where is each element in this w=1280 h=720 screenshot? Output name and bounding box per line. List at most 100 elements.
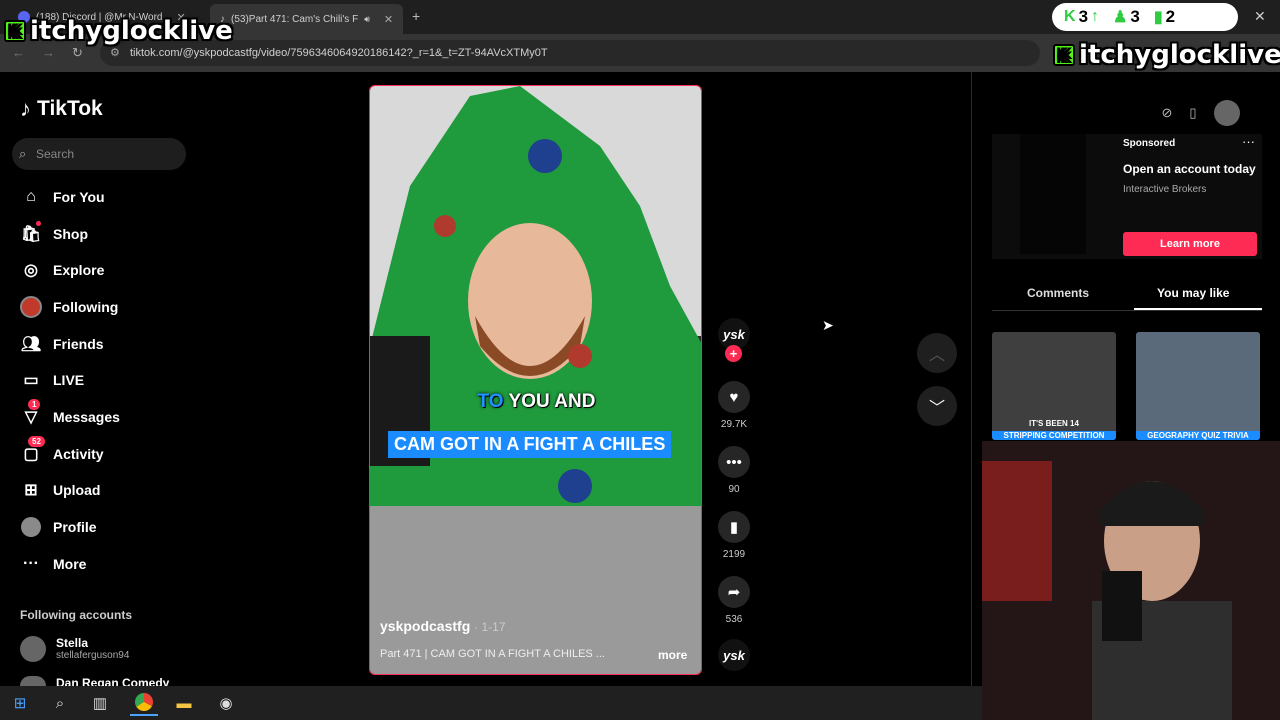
nav-friends[interactable]: 👥︎ Friends (20, 332, 104, 356)
activity-icon: ▢ 52 (20, 436, 45, 465)
follow-plus-button[interactable]: + (725, 345, 742, 362)
forward-icon[interactable]: → (42, 45, 55, 60)
new-tab-button[interactable]: + (412, 8, 420, 24)
profile-avatar-icon[interactable] (1214, 100, 1240, 126)
stat-value: 3 (1078, 7, 1089, 26)
next-video-button[interactable]: ﹀ (917, 386, 957, 426)
thumb-caption: IT'S BEEN 14 (1029, 419, 1079, 428)
nav-following[interactable]: Following (20, 295, 118, 319)
bookmark-icon[interactable]: ▮ (718, 511, 750, 543)
nav-explore[interactable]: ◎ Explore (20, 258, 104, 282)
video-description: Part 471 | CAM GOT IN A FIGHT A CHILES .… (380, 648, 605, 660)
obs-icon[interactable]: ◉ (212, 690, 240, 716)
search-placeholder: Search (36, 147, 75, 161)
shop-icon: 🛍︎ (20, 221, 42, 245)
nav-activity[interactable]: ▢ 52 Activity (20, 436, 104, 466)
streamer-brand-right: K itchyglocklive (1053, 40, 1280, 70)
taskbar: ⊞ ⌕ ▥ ▬ ◉ (0, 686, 982, 720)
sponsored-ad[interactable]: Sponsored ··· Open an account today Inte… (992, 134, 1262, 259)
upload-icon: ⊞ (24, 482, 38, 499)
phone-icon[interactable]: ▯ (1182, 102, 1204, 124)
person-icon: ♟ (1113, 9, 1128, 26)
chevron-up-icon: ︿ (928, 347, 945, 364)
tab-comments[interactable]: Comments (1027, 286, 1089, 300)
like-action[interactable]: ♥ 29.7K (718, 381, 750, 430)
search-input[interactable]: ⌕ Search (12, 138, 186, 170)
nav-shop[interactable]: 🛍︎ Shop (20, 221, 88, 246)
logo-text: TikTok (37, 97, 103, 120)
brand-text: itchyglocklive (1079, 40, 1280, 70)
task-view-icon[interactable]: ▥ (86, 690, 114, 716)
previous-video-button[interactable]: ︿ (917, 333, 957, 373)
caption-words: YOU AND (508, 391, 596, 412)
file-explorer-icon[interactable]: ▬ (170, 690, 198, 716)
arrow-up-icon: ↑ (1091, 8, 1100, 25)
share-action[interactable]: ➦ 536 (718, 576, 750, 625)
search-icon[interactable]: ⌕ (46, 690, 74, 716)
close-window-icon[interactable]: ✕ (1254, 8, 1266, 25)
ad-title: Open an account today (1123, 162, 1256, 176)
tiktok-logo[interactable]: ♪ TikTok (20, 96, 103, 122)
active-tab-indicator (1134, 308, 1262, 310)
comment-count: 90 (728, 484, 740, 495)
following-account[interactable]: Stella stellaferguson94 (20, 636, 129, 662)
following-avatar-icon (20, 296, 42, 318)
activity-badge: 52 (28, 436, 45, 447)
windows-start-icon[interactable]: ⊞ (6, 690, 34, 716)
nav-label: For You (53, 189, 105, 205)
tab-tiktok[interactable]: ♪ (53)Part 471: Cam's Chili's F 🔊︎ ✕ (210, 4, 404, 34)
tab-divider (992, 310, 1262, 311)
video-frame (370, 86, 701, 674)
avatar (20, 676, 46, 686)
stat-value: 3 (1130, 7, 1140, 26)
reload-icon[interactable]: ↻ (72, 45, 83, 61)
chrome-taskbar-icon[interactable] (130, 690, 158, 716)
messages-badge: 1 (28, 399, 41, 410)
nav-label: More (53, 556, 87, 572)
tab-you-may-like[interactable]: You may like (1157, 286, 1229, 300)
suggested-video-thumbnail[interactable]: GEOGRAPHY QUIZ TRIVIA (1136, 332, 1260, 440)
nav-label: Activity (53, 446, 104, 462)
heart-icon[interactable]: ♥ (718, 381, 750, 413)
stream-stats-pill: K 3 ↑ ♟ 3 ▮ 2 (1052, 3, 1238, 31)
nav-label: Upload (53, 482, 101, 498)
url-field[interactable]: ⚙ tiktok.com/@yskpodcastfg/video/7596346… (100, 40, 1040, 66)
suggested-video-thumbnail[interactable]: IT'S BEEN 14 STRIPPING COMPETITION (992, 332, 1116, 440)
video-caption-line1: TO YOU AND (370, 391, 701, 413)
speaker-icon[interactable]: 🔊︎ (364, 14, 370, 25)
kick-logo-icon: K (1053, 44, 1075, 66)
nav-for-you[interactable]: ⌂ For You (20, 185, 105, 209)
sponsored-label: Sponsored (1123, 138, 1176, 149)
kick-icon: K (1064, 8, 1076, 25)
learn-more-button[interactable]: Learn more (1123, 232, 1257, 256)
sidebar: ♪ TikTok ⌕ Search ⌂ For You 🛍︎ Shop ◎ Explo… (0, 72, 200, 690)
video-author[interactable]: yskpodcastfg · 1-17 (380, 618, 506, 634)
profile-avatar-icon (20, 516, 42, 538)
close-tab-icon[interactable]: ✕ (384, 13, 393, 26)
comment-action[interactable]: ••• 90 (718, 446, 750, 495)
compass-icon[interactable]: ⊘ (1156, 102, 1178, 124)
back-icon[interactable]: ← (12, 45, 25, 60)
author-name: yskpodcastfg (380, 618, 471, 634)
more-link[interactable]: more (658, 648, 687, 662)
nav-label: Messages (53, 409, 120, 425)
sound-avatar[interactable]: ysk (718, 639, 750, 671)
nav-messages[interactable]: ▽ 1 Messages (20, 399, 120, 429)
kick-logo-icon: K (4, 20, 26, 42)
ad-more-icon[interactable]: ··· (1242, 134, 1255, 149)
nav-live[interactable]: ▭ LIVE (20, 368, 84, 392)
nav-more[interactable]: ··· More (20, 552, 86, 576)
nav-label: LIVE (53, 372, 85, 388)
nav-upload[interactable]: ⊞ Upload (20, 478, 100, 502)
save-action[interactable]: ▮ 2199 (718, 511, 750, 560)
video-player[interactable]: TO YOU AND CAM GOT IN A FIGHT A CHILES y… (369, 85, 702, 675)
nav-profile[interactable]: Profile (20, 515, 97, 539)
live-icon: ▭ (23, 372, 39, 389)
bar-chart-icon: ▮ (1153, 9, 1163, 26)
home-icon: ⌂ (26, 188, 36, 205)
more-icon: ··· (23, 555, 39, 572)
share-icon[interactable]: ➦ (718, 576, 750, 608)
tab-title: (53)Part 471: Cam's Chili's F (231, 13, 359, 25)
comment-icon[interactable]: ••• (718, 446, 750, 478)
nav-label: Following (53, 299, 119, 315)
